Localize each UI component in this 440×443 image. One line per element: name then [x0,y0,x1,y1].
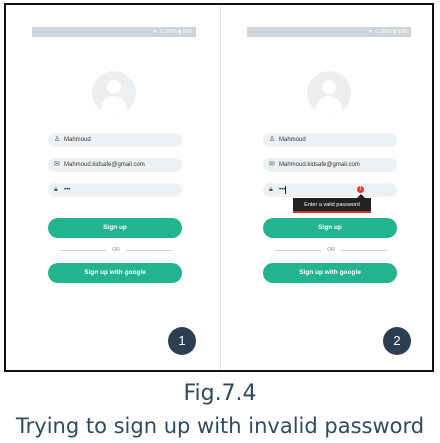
sign-up-button[interactable]: Sign up [263,218,397,238]
password-field[interactable]: 🔒︎ ••• [263,183,397,197]
user-icon: ♙ [54,136,61,143]
screen-2: ᯤ .ıl 100% ▮ 8:00 ♙ ✉ 🔒︎ ••• ! Enter a v… [221,5,433,370]
avatar-body [316,96,342,115]
lock-icon: 🔒︎ [54,186,58,193]
or-label: OR [112,247,120,253]
username-input[interactable] [64,133,164,147]
or-separator: OR [275,246,387,254]
mail-icon: ✉ [269,161,275,168]
email-input[interactable] [279,158,379,172]
figure-number: Fig.7.4 [183,381,257,406]
or-line-left [60,250,106,251]
email-field[interactable]: ✉ [48,158,182,172]
avatar-head [322,80,336,94]
username-field[interactable]: ♙ [48,133,182,147]
status-bar: ᯤ .ıl 100% ▮ 8:00 [32,27,196,37]
lock-icon: 🔒︎ [269,186,273,193]
screen-1: ᯤ .ıl 100% ▮ 8:00 ♙ ✉ 🔒︎ ••• Sign up OR … [6,5,218,370]
avatar [307,71,351,115]
password-field[interactable]: 🔒︎ ••• [48,183,182,197]
email-input[interactable] [64,158,164,172]
user-icon: ♙ [269,136,276,143]
error-icon[interactable]: ! [357,186,364,193]
avatar-body [101,96,127,115]
google-sign-up-button[interactable]: Sign up with google [263,263,397,283]
avatar-head [107,80,121,94]
password-value[interactable]: ••• [64,183,70,197]
password-error-tooltip: Enter a valid password [293,194,371,213]
or-line-left [275,250,321,251]
avatar [92,71,136,115]
username-input[interactable] [279,133,379,147]
or-line-right [126,250,172,251]
step-badge: 2 [383,327,411,355]
mail-icon: ✉ [54,161,60,168]
or-label: OR [327,247,335,253]
username-field[interactable]: ♙ [263,133,397,147]
email-field[interactable]: ✉ [263,158,397,172]
status-bar: ᯤ .ıl 100% ▮ 8:00 [247,27,411,37]
or-line-right [341,250,387,251]
sign-up-button[interactable]: Sign up [48,218,182,238]
figure-frame: ᯤ .ıl 100% ▮ 8:00 ♙ ✉ 🔒︎ ••• Sign up OR … [4,3,434,372]
figure-caption: Trying to sign up with invalid password [15,414,425,438]
step-badge: 1 [168,327,196,355]
google-sign-up-button[interactable]: Sign up with google [48,263,182,283]
or-separator: OR [60,246,172,254]
text-cursor [285,186,286,194]
